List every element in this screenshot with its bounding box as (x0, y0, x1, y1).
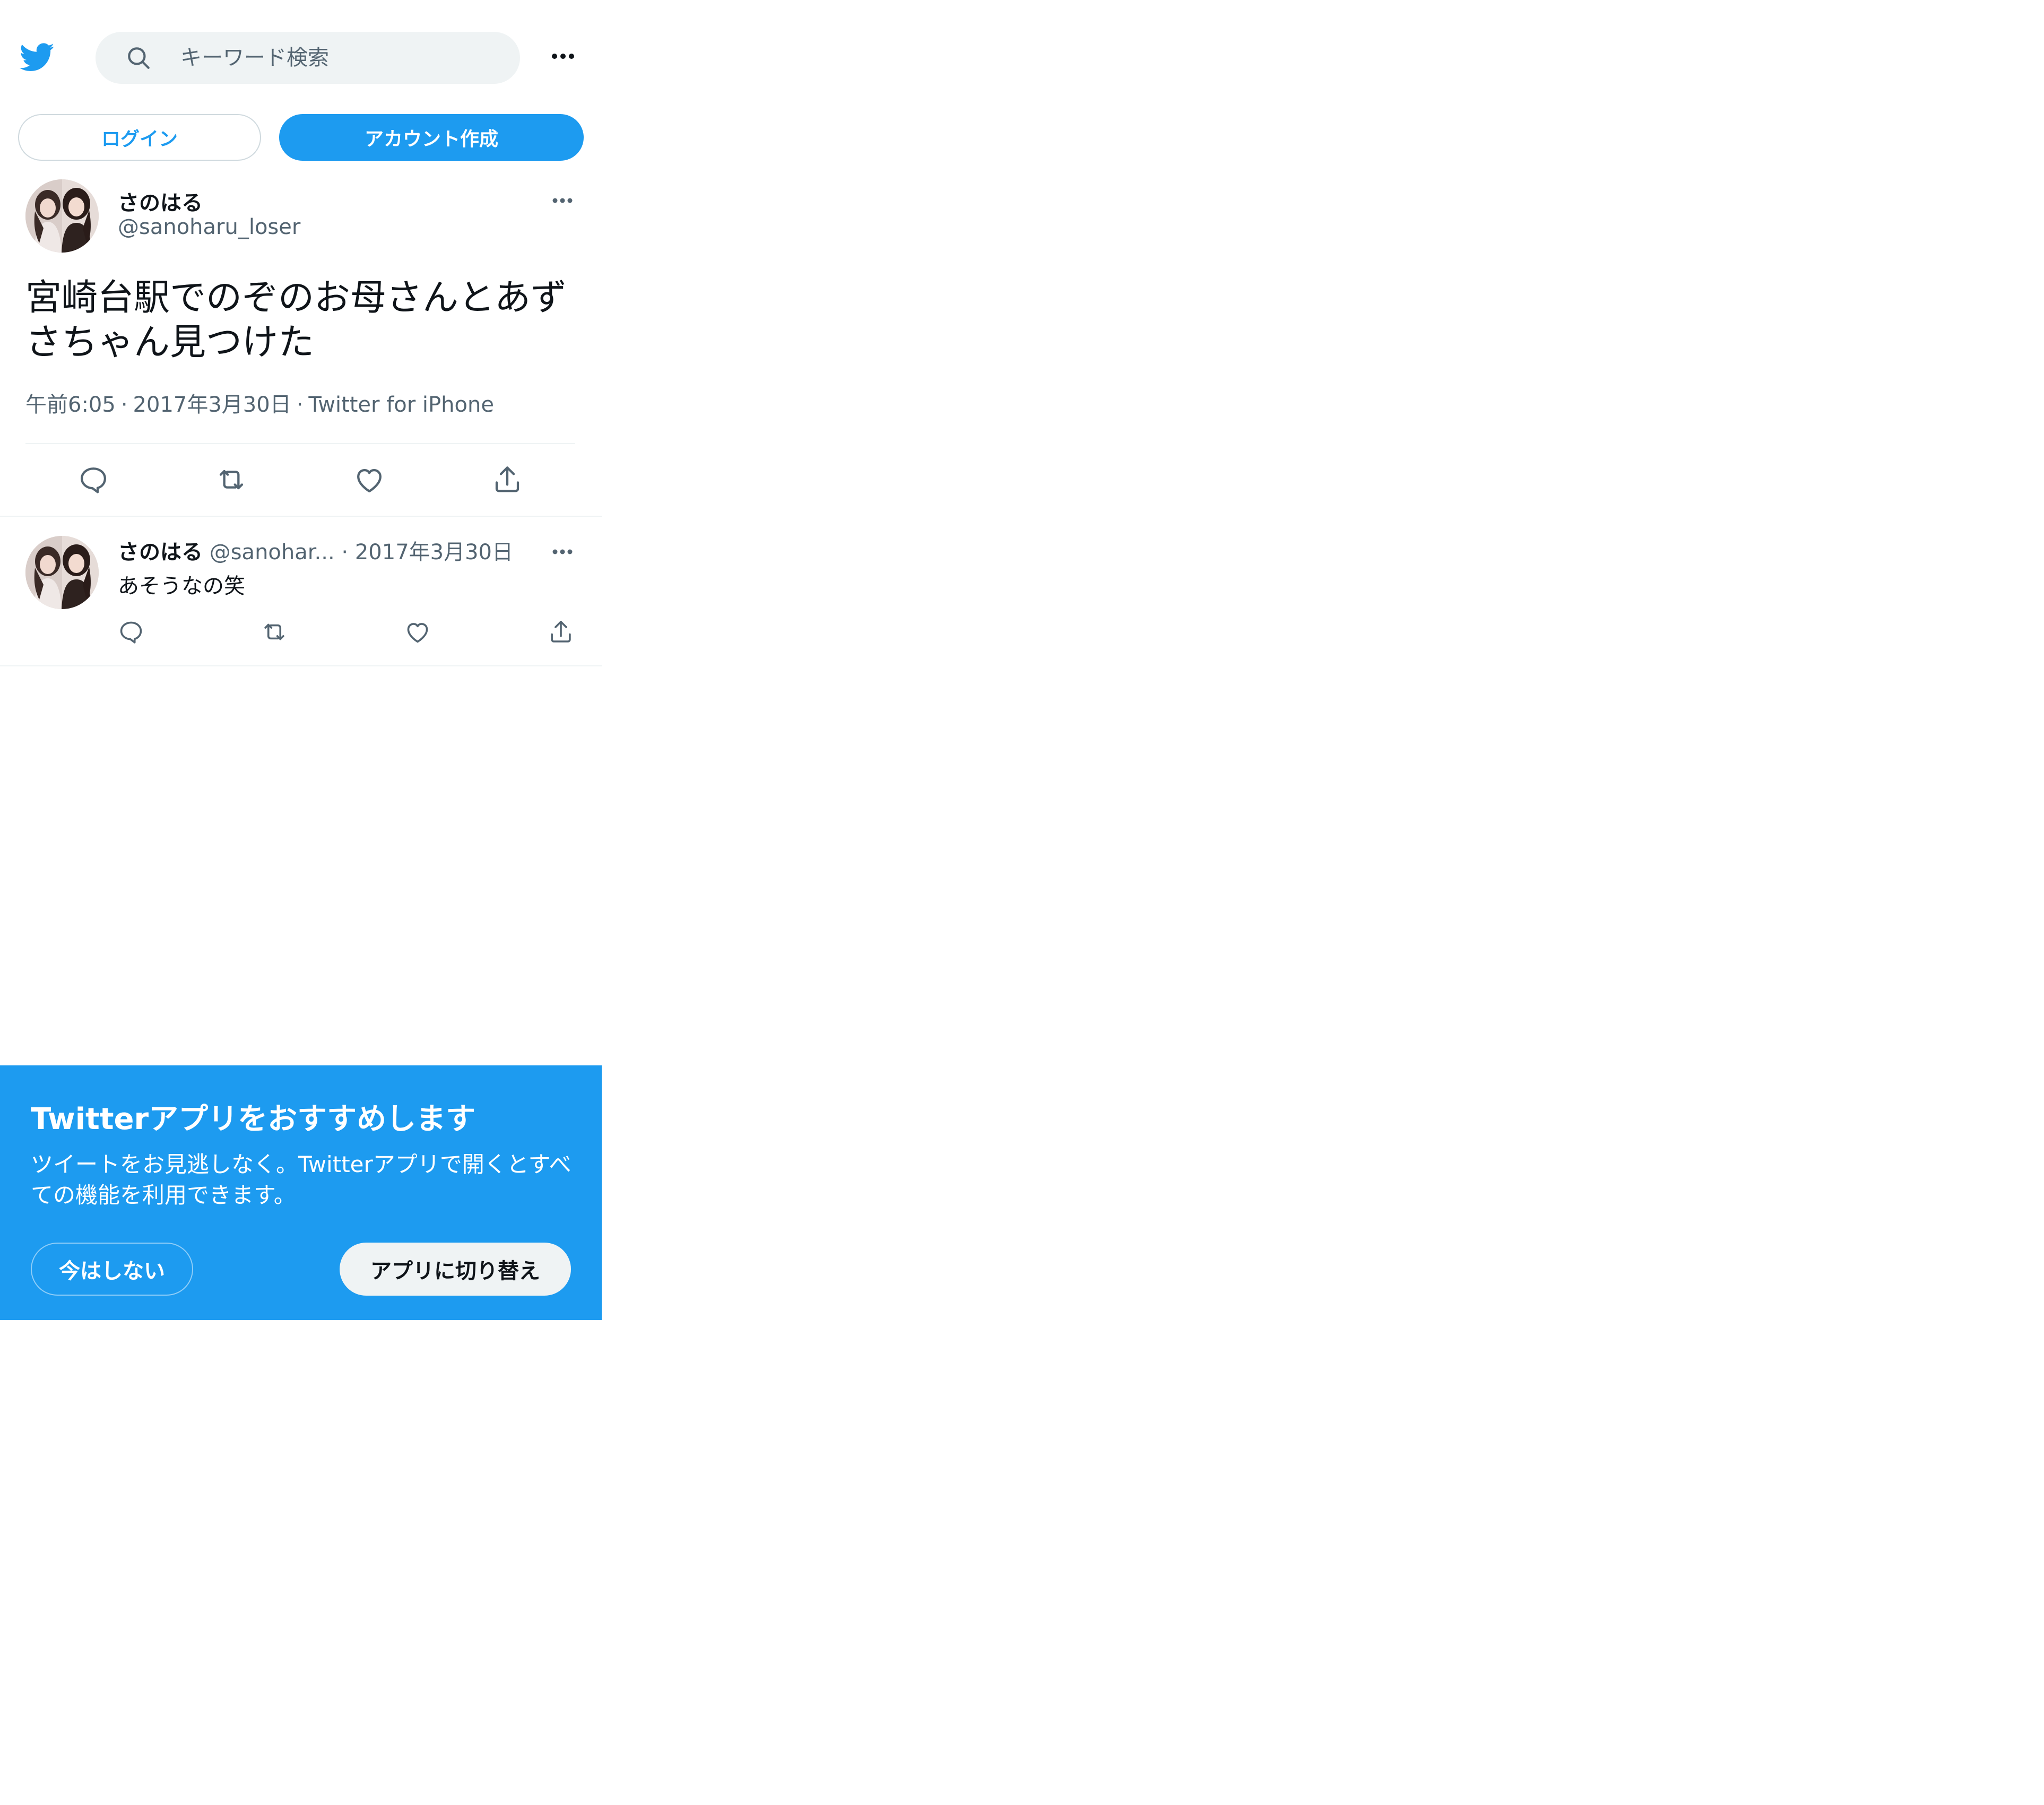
not-now-button[interactable]: 今はしない (31, 1243, 193, 1296)
tweet-meta: 午前6:05 · 2017年3月30日 · Twitter for iPhone (25, 387, 494, 418)
tweet-column: ログイン アカウント作成 さのはる @sanoh (0, 0, 602, 1805)
divider (25, 443, 575, 444)
display-name[interactable]: さのはる (118, 540, 203, 565)
reply-icon[interactable] (76, 463, 110, 497)
like-icon[interactable] (403, 618, 432, 646)
page: ログイン アカウント作成 さのはる @sanoh (0, 0, 2044, 1805)
avatar[interactable] (25, 179, 99, 253)
promo-title: Twitterアプリをおすすめします (31, 1102, 476, 1136)
divider (0, 516, 602, 517)
share-icon[interactable] (547, 618, 575, 646)
meta-separator: · (120, 393, 128, 417)
avatar[interactable] (25, 536, 99, 609)
meta-separator: · (296, 393, 304, 417)
retweet-icon[interactable] (214, 463, 248, 497)
share-icon[interactable] (490, 463, 524, 497)
tweet-date[interactable]: 2017年3月30日 (133, 387, 291, 418)
meta-separator: · (341, 540, 349, 565)
search-bar[interactable] (96, 32, 520, 84)
login-button[interactable]: ログイン (18, 114, 261, 161)
switch-to-app-button[interactable]: アプリに切り替え (340, 1243, 571, 1296)
more-horizontal-icon[interactable] (547, 190, 578, 211)
search-input[interactable] (180, 41, 499, 74)
tweet-date[interactable]: 2017年3月30日 (355, 540, 513, 565)
more-horizontal-icon[interactable] (547, 41, 579, 71)
signup-button[interactable]: アカウント作成 (279, 114, 584, 161)
tweet-text: あそうなの笑 (118, 574, 245, 598)
like-icon[interactable] (352, 463, 386, 497)
more-horizontal-icon[interactable] (547, 541, 578, 562)
top-header: ログイン アカウント作成 (0, 0, 602, 161)
reply-header: さのはる @sanohar... · 2017年3月30日 (118, 535, 537, 567)
user-handle[interactable]: @sanoharu_loser (118, 215, 300, 239)
retweet-icon[interactable] (260, 618, 289, 646)
reply-icon[interactable] (117, 618, 145, 646)
tweet-source[interactable]: Twitter for iPhone (308, 393, 494, 417)
app-promo-banner: Twitterアプリをおすすめします ツイートをお見逃しなく。Twitterアプ… (0, 1065, 602, 1320)
twitter-bird-icon[interactable] (18, 39, 56, 74)
promo-body: ツイートをお見逃しなく。Twitterアプリで開くとすべての機能を利用できます。 (31, 1151, 571, 1208)
tweet-time[interactable]: 午前6:05 (25, 387, 116, 418)
user-handle[interactable]: @sanohar... (210, 540, 335, 565)
search-icon (125, 45, 152, 71)
tweet-text: 宮崎台駅でのぞのお母さんとあずさちゃん見つけた (25, 277, 567, 363)
divider (0, 665, 602, 666)
display-name[interactable]: さのはる (118, 186, 203, 216)
